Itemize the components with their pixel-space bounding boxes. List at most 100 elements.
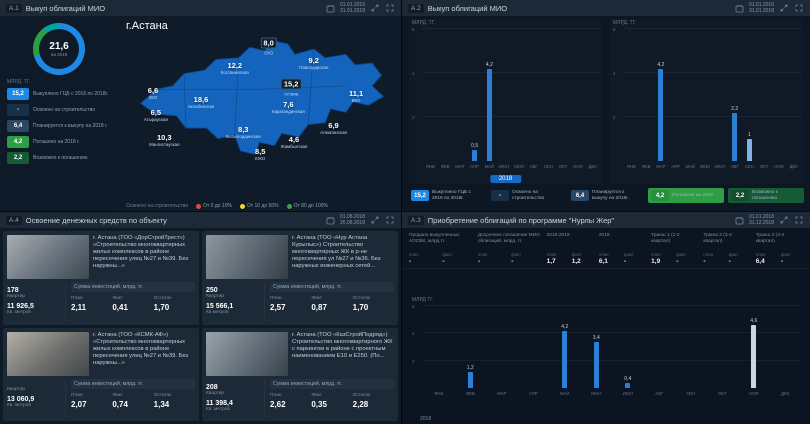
legend-item-developed[interactable]: - Освоено на строительство (7, 104, 111, 116)
bar-column-МАР (486, 306, 518, 388)
plan-value: - (703, 258, 725, 265)
rest-label: Остаток (154, 296, 195, 301)
x-axis: ЯНВФЕВМАРАПРМАЙИЮНИЮЛАВГСЕНОКТНОЯДЕК (624, 162, 801, 171)
bar-column-АПР (518, 306, 550, 388)
legend-item-planned[interactable]: 6,4 Планируется к выкупу на 2018г. (568, 188, 644, 203)
legend-item-repaid[interactable]: 4,2 Погашено на 2018 (648, 188, 724, 203)
map-region-ВКО[interactable]: 11,1ВКО (349, 89, 363, 103)
map-legend-label: От 0 до 10% (203, 203, 232, 209)
project-card-2[interactable]: г. Астана (ТОО «Нур Астана Курылыс») Стр… (202, 231, 398, 325)
project-cards-grid: г. Астана (ТОО «ДорСтройТрест») «Строите… (3, 231, 398, 421)
map-region-Павлодарская[interactable]: 9,2Павлодарская (299, 56, 328, 70)
table-column-tranche-1: Транш 1 (1-2 квартал) план1,9 факт- (651, 233, 698, 265)
x-tick-МАР: МАР (486, 389, 518, 398)
date-to[interactable]: 26.08.2018 (340, 220, 365, 226)
map-region-ЗКО[interactable]: 6,6ЗКО (148, 86, 158, 100)
fullscreen-icon[interactable] (793, 215, 804, 226)
project-card-1[interactable]: г. Астана (ТОО «ДорСтройТрест») «Строите… (3, 231, 199, 325)
rest-label: Остаток (154, 393, 195, 398)
panel-code: A.2 (408, 4, 424, 13)
plan-label: План (71, 296, 112, 301)
calendar-icon[interactable] (325, 3, 336, 14)
project-photo (7, 332, 89, 376)
legend-item-bought[interactable]: 15,2 Выкуплено ГЦБ с 2016 по 2018г. (7, 88, 111, 100)
map-region-СКО[interactable]: 8,0СКО (260, 32, 276, 55)
map-region-ЮКО[interactable]: 8,5ЮКО (255, 147, 265, 161)
bar-ИЮН[interactable]: 3,4 (594, 342, 599, 388)
region-value: 8,5 (255, 147, 265, 156)
bar-ИЮЛ[interactable]: 0,4 (625, 383, 630, 388)
legend-value-box: 15,2 (7, 88, 29, 100)
calendar-icon[interactable] (325, 215, 336, 226)
fact-value: - (676, 258, 698, 265)
fullscreen-icon[interactable] (384, 215, 395, 226)
legend-value-box: 6,4 (571, 190, 589, 201)
bar-АПР[interactable]: 0,5 (472, 150, 477, 161)
date-to[interactable]: 31.01.2018 (340, 8, 365, 14)
unit-label: МЛРД. ТГ. (7, 79, 111, 85)
bar-МАЙ[interactable]: 4,2 (487, 69, 492, 161)
map-region-Актюбинская[interactable]: 18,6Актюбинская (188, 95, 215, 109)
bar-column-НОЯ: 4,6 (738, 306, 770, 388)
expand-icon[interactable] (778, 3, 789, 14)
x-tick-АВГ: АВГ (727, 162, 742, 171)
bar-АВГ[interactable]: 2,2 (732, 113, 737, 161)
legend-item-bought[interactable]: 15,2 Выкуплено ГЦБ с 2016 по 2018г. (408, 188, 484, 203)
date-to[interactable]: 31.12.2018 (749, 220, 774, 226)
panel-a4: A.4 Освоение денежных средств по объекту… (0, 212, 401, 424)
project-card-3[interactable]: г. Астана (ТОО «КСМК-АФ») «Строительство… (3, 328, 199, 422)
calendar-icon[interactable] (734, 215, 745, 226)
legend-item-repaid[interactable]: 4,2 Погашено на 2018 г. (7, 136, 111, 148)
bar-value-label: 2,2 (731, 106, 738, 112)
plan-value: 2,57 (270, 303, 311, 312)
project-title: г. Астана (ТОО «КазСтройПодряд») Строите… (292, 332, 394, 376)
bar-МАЙ[interactable]: 4,2 (562, 331, 567, 388)
x-tick-НОЯ: НОЯ (772, 162, 787, 171)
date-range[interactable]: 01.01.2016 31.01.2018 (340, 2, 365, 14)
legend-item-planned[interactable]: 6,4 Планируется к выкупу на 2018 г. (7, 120, 111, 132)
legend-item-possible[interactable]: 2,2 Возможно к погашению (728, 188, 804, 203)
fullscreen-icon[interactable] (384, 3, 395, 14)
map-region-Атырауская[interactable]: 6,5Атырауская (144, 108, 168, 122)
bar-НОЯ[interactable]: 4,6 (751, 325, 756, 388)
project-stats: 208Квартир 11 398,4Кв. метров (206, 379, 264, 418)
map-region-Карагандинская[interactable]: 7,6Карагандинская (272, 100, 305, 114)
legend-item-possible[interactable]: 2,2 Возможно к погашению (7, 152, 111, 164)
bar-value-label: 4,6 (750, 318, 757, 324)
y-axis-label: МЛРД. ТГ. (613, 20, 636, 26)
map-legend-label: От 10 до 50% (247, 203, 279, 209)
date-range[interactable]: 01.01.2018 31.12.2018 (749, 214, 774, 226)
bar-column-ИЮЛ (512, 29, 527, 161)
kazakhstan-map: г.Астана 8,0СКО12,2Костанайская9,2Павлод… (116, 16, 401, 211)
fullscreen-icon[interactable] (793, 3, 804, 14)
bar-ФЕВ[interactable]: 1,2 (468, 372, 473, 388)
map-region-Кызылординская[interactable]: 8,3Кызылординская (226, 125, 261, 139)
map-region-Астана[interactable]: 15,2Астана (281, 73, 302, 96)
bar-МАР[interactable]: 4,2 (658, 69, 663, 161)
bar-column-СЕН (675, 306, 707, 388)
map-region-Мангистауская[interactable]: 10,3Мангистауская (149, 133, 179, 147)
date-to[interactable]: 31.01.2018 (749, 8, 774, 14)
legend-item-developed[interactable]: - Освоено на строительство (488, 188, 564, 203)
map-region-Костанайская[interactable]: 12,2Костанайская (221, 61, 249, 75)
expand-icon[interactable] (369, 3, 380, 14)
project-card-4[interactable]: г. Астана (ТОО «КазСтройПодряд») Строите… (202, 328, 398, 422)
map-region-Жамбылская[interactable]: 4,6Жамбылская (281, 135, 308, 149)
map-legend-label: От 80 до 100% (294, 203, 328, 209)
date-range[interactable]: 01.08.2018 26.08.2018 (340, 214, 365, 226)
calendar-icon[interactable] (734, 3, 745, 14)
map-region-Алматинская[interactable]: 6,9Алматинская (320, 121, 347, 135)
expand-icon[interactable] (369, 215, 380, 226)
x-tick-СЕН: СЕН (675, 389, 707, 398)
fact-label: Факт (112, 296, 153, 301)
date-range[interactable]: 01.01.2016 31.01.2018 (749, 2, 774, 14)
x-tick-АПР: АПР (467, 162, 482, 171)
total-donut-gauge[interactable]: 21,6 на 2018 (33, 23, 85, 75)
x-tick-МАЙ: МАЙ (549, 389, 581, 398)
expand-icon[interactable] (778, 215, 789, 226)
year-2018-button[interactable]: 2018 (490, 175, 521, 183)
fact-value: - (442, 258, 472, 265)
y-tick: 4 (412, 331, 415, 336)
region-name: Мангистауская (149, 142, 179, 147)
bar-СЕН[interactable]: 1 (747, 139, 752, 161)
